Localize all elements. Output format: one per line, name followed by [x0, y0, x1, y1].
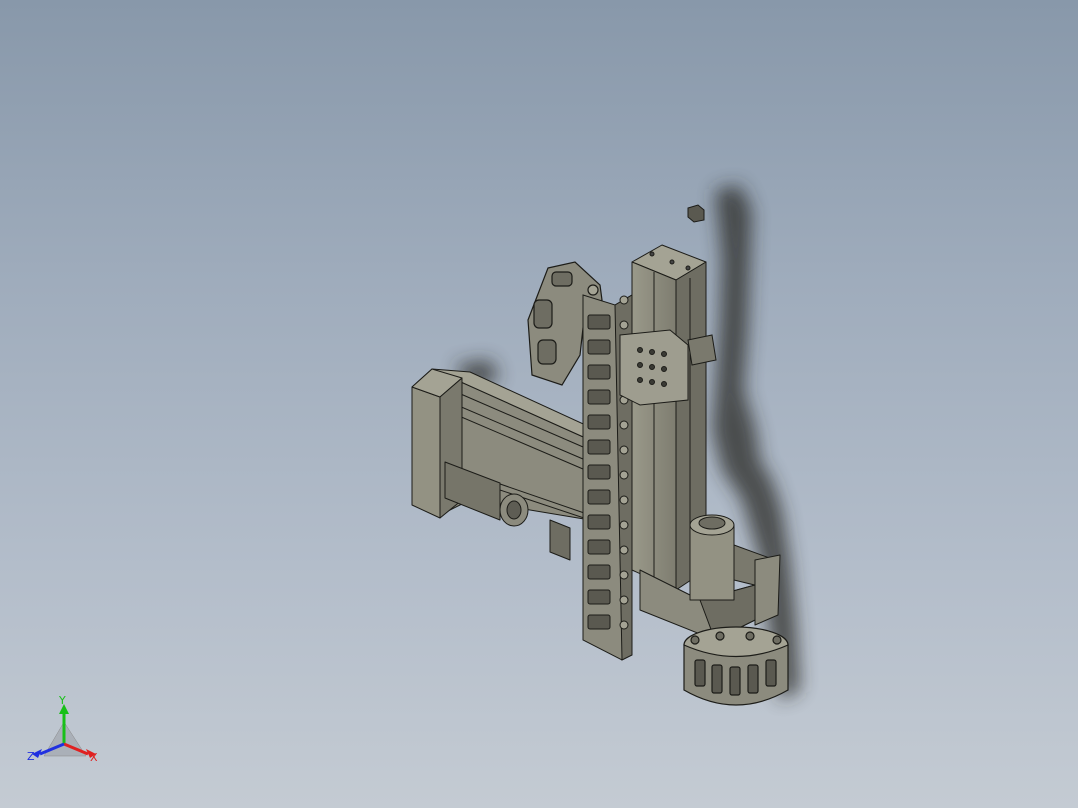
y-axis-label: Y	[59, 694, 66, 707]
floating-bracket[interactable]	[687, 204, 705, 223]
cable-carrier-lower[interactable]	[683, 626, 789, 706]
graphics-viewport[interactable]: Y Z X	[0, 0, 1078, 808]
z-axis-label: Z	[27, 750, 35, 763]
orientation-triad[interactable]: Y Z X	[24, 692, 114, 772]
cad-model-3d-view[interactable]	[0, 0, 1078, 808]
x-axis-label: X	[90, 751, 98, 764]
triad-axes	[32, 704, 96, 758]
